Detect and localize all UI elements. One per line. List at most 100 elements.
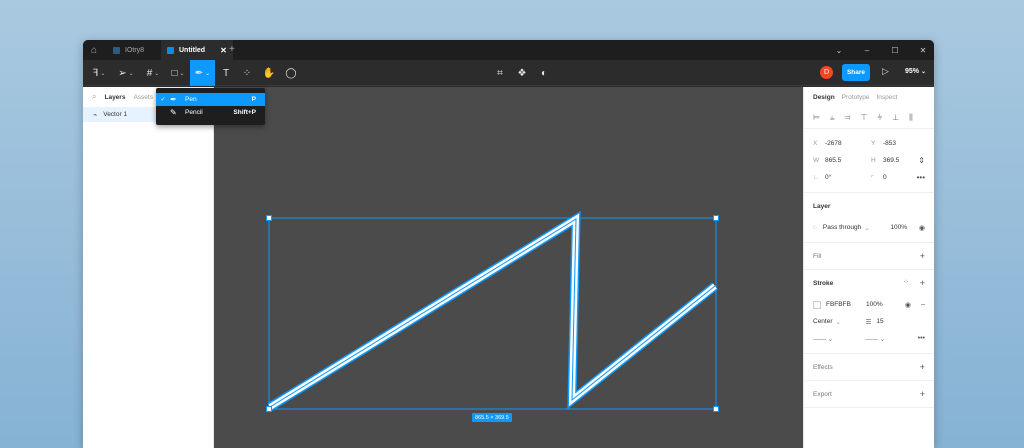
vector-path[interactable] [267, 210, 718, 411]
align-top-icon[interactable]: ⊤ [861, 113, 868, 122]
position-row: X -2678 Y -853 [813, 135, 925, 152]
menu-item-pencil[interactable]: ✎ Pencil Shift+P [156, 106, 265, 119]
avatar[interactable]: D [820, 66, 833, 79]
shape-tool-button[interactable]: □ ⌄ [166, 60, 190, 86]
x-field[interactable]: -2678 [825, 140, 865, 147]
align-right-icon[interactable]: ⫤ [844, 113, 850, 123]
resources-button[interactable]: ⁘ [238, 60, 256, 86]
chevron-down-icon: ⌄ [920, 69, 926, 75]
hand-tool-button[interactable]: ✋ [260, 60, 278, 86]
remove-stroke-icon[interactable]: – [921, 301, 925, 308]
stroke-weight-field[interactable]: 15 [876, 318, 883, 325]
close-window-icon[interactable]: ✕ [909, 46, 934, 55]
eye-icon[interactable]: ◉ [905, 301, 911, 309]
share-button[interactable]: Share [842, 64, 870, 81]
vector-icon: ⌁ [93, 111, 98, 119]
eye-icon[interactable]: ◉ [919, 224, 925, 232]
chevron-down-icon: ⌄ [179, 70, 185, 77]
end-point-select[interactable]: —— ⌄ [865, 335, 885, 343]
canvas[interactable]: 865.5 × 369.5 [214, 87, 803, 448]
tab-assets[interactable]: Assets [133, 94, 153, 101]
mask-button[interactable]: ❖ [514, 60, 530, 86]
file-icon [113, 46, 120, 54]
tab-iotry8[interactable]: IOtry8 [107, 40, 150, 60]
constrain-proportions-icon[interactable]: ⇕ [918, 156, 925, 165]
present-icon[interactable]: ▷ [882, 66, 889, 77]
stroke-opacity[interactable]: 100% [866, 301, 883, 308]
resize-handle-br[interactable] [713, 406, 719, 412]
resize-handle-bl[interactable] [266, 406, 272, 412]
blend-icon: ◌ [813, 224, 817, 231]
align-center-h-icon[interactable]: ⫨ [830, 113, 835, 123]
frame-select-icon: ⌗ [497, 67, 503, 79]
corner-radius-icon: ⌜ [871, 174, 875, 182]
stroke-position-row: Center ⌄ ☰ 15 [813, 313, 925, 330]
more-options-icon[interactable]: ••• [917, 173, 925, 182]
rotation-field[interactable]: 0° [825, 174, 865, 181]
resize-handle-tl[interactable] [266, 215, 272, 221]
add-stroke-icon[interactable]: + [920, 278, 925, 288]
frame-tool-button[interactable]: # ⌄ [140, 60, 166, 86]
tab-layers[interactable]: Layers [104, 94, 125, 101]
maximize-icon[interactable]: ☐ [881, 46, 909, 55]
home-icon[interactable]: ⌂ [83, 40, 105, 60]
chevron-down-icon: ⌄ [128, 70, 134, 77]
close-tab-icon[interactable]: ✕ [220, 46, 227, 55]
distribute-icon[interactable]: ⫼ [909, 113, 913, 123]
contrast-button[interactable]: ◐ [536, 60, 552, 86]
menu-item-pen[interactable]: ✓ ✒ Pen P [156, 93, 265, 106]
rotation-row: ∟ 0° ⌜ 0 ••• [813, 169, 925, 186]
chevron-down-icon[interactable]: ⌄ [825, 46, 853, 55]
add-effect-icon[interactable]: + [920, 362, 925, 372]
design-panel: Design Prototype Inspect ⊨ ⫨ ⫤ ⊤ ⫩ ⊥ ⫼ X… [803, 87, 934, 448]
stroke-position-select[interactable]: Center [813, 318, 833, 325]
align-bottom-icon[interactable]: ⊥ [892, 113, 899, 122]
stroke-color-value[interactable]: FBFBFB [826, 301, 866, 308]
blend-mode-select[interactable]: Pass through [823, 224, 861, 231]
h-label: H [871, 157, 876, 164]
align-center-v-icon[interactable]: ⫩ [878, 113, 883, 123]
cursor-icon: ➢ [118, 67, 127, 79]
tab-design[interactable]: Design [813, 94, 835, 101]
pen-tool-menu: ✓ ✒ Pen P ✎ Pencil Shift+P [156, 88, 265, 125]
right-panel-tabs: Design Prototype Inspect [804, 87, 934, 107]
y-field[interactable]: -853 [883, 140, 923, 147]
tab-untitled[interactable]: Untitled ✕ [161, 40, 233, 60]
comment-tool-button[interactable]: ◯ [282, 60, 300, 86]
search-icon[interactable]: ⌕ [92, 92, 96, 102]
hand-icon: ✋ [262, 67, 276, 79]
stroke-color-swatch[interactable] [813, 300, 821, 309]
text-tool-button[interactable]: T [217, 60, 235, 86]
vector-path-centerline [269, 218, 716, 408]
add-tab-button[interactable]: + [229, 44, 235, 55]
layer-opacity[interactable]: 100% [890, 224, 907, 231]
tab-prototype[interactable]: Prototype [842, 94, 870, 101]
pen-tool-button[interactable]: ✒ ⌄ [190, 60, 215, 86]
resize-handle-tr[interactable] [713, 215, 719, 221]
component-button[interactable]: ⌗ [492, 60, 508, 86]
component-icon: ❖ [517, 67, 527, 79]
chevron-down-icon: ⌄ [864, 224, 870, 232]
app-window: ⌂ IOtry8 Untitled ✕ + ⌄ – ☐ ✕ ꟻ ⌄ ➢ ⌄ # ⌄ □… [83, 40, 934, 448]
add-export-icon[interactable]: + [920, 389, 925, 399]
height-field[interactable]: 369.5 [883, 157, 923, 164]
more-options-icon[interactable]: ••• [918, 335, 925, 342]
tab-label: Untitled [179, 46, 206, 54]
style-grid-icon[interactable]: ⁘ [903, 278, 909, 286]
zoom-level[interactable]: 95% ⌄ [905, 68, 926, 75]
layer-section: Layer ◌ Pass through ⌄ 100% ◉ [804, 193, 934, 243]
fill-section: Fill + [804, 243, 934, 270]
pencil-icon: ✎ [170, 108, 177, 117]
align-left-icon[interactable]: ⊨ [813, 113, 820, 122]
tab-inspect[interactable]: Inspect [877, 94, 898, 101]
stroke-caps-row: —— ⌄ —— ⌄ ••• [813, 330, 925, 347]
check-icon: ✓ [160, 97, 166, 103]
start-point-select[interactable]: —— ⌄ [813, 335, 865, 343]
minimize-icon[interactable]: – [853, 46, 881, 55]
add-fill-icon[interactable]: + [920, 251, 925, 261]
y-label: Y [871, 140, 876, 147]
width-field[interactable]: 865.5 [825, 157, 865, 164]
move-tool-button[interactable]: ➢ ⌄ [113, 60, 139, 86]
chevron-down-icon: ⌄ [154, 70, 160, 77]
main-menu-button[interactable]: ꟻ ⌄ [87, 60, 111, 86]
